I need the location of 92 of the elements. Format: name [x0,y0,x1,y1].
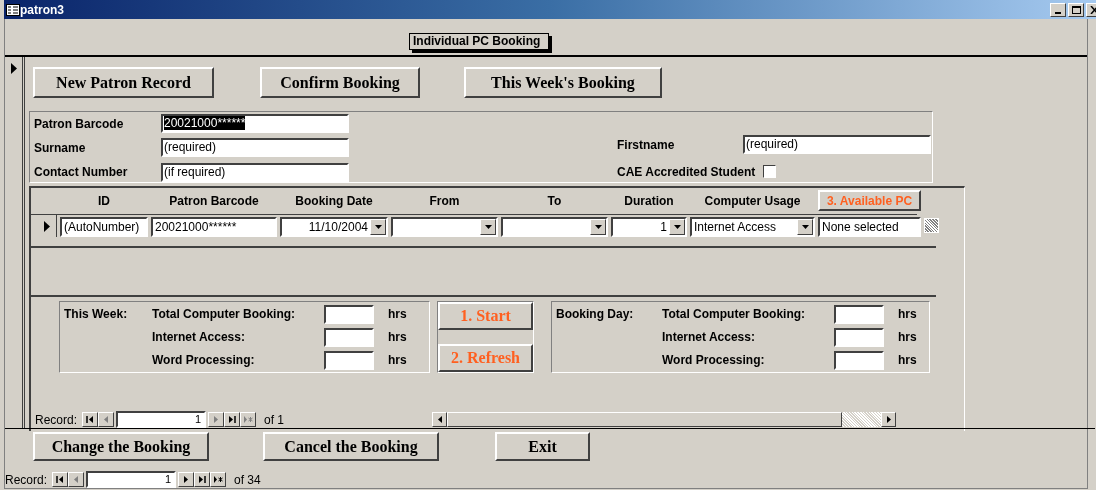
build-button[interactable] [924,218,939,233]
record-count: of 1 [264,412,285,427]
new-record-icon [243,415,253,424]
last-record-icon [197,475,207,484]
record-pointer-icon [10,63,17,74]
caret-icon [594,225,602,229]
unit-label: hrs [387,330,406,344]
field-label: Internet Access: [662,330,756,344]
field-label: Contact Number [34,165,129,180]
dropdown-field[interactable] [391,217,498,237]
next-record-icon [181,475,191,484]
form-button[interactable]: This Week's Booking [464,67,662,98]
field-label: Word Processing: [152,353,256,367]
input-field[interactable] [834,304,884,324]
first-record-icon [55,475,65,484]
previous-record-icon [101,415,111,424]
column-header: ID [97,193,111,210]
last-record-icon [227,415,237,424]
unit-label: hrs [387,353,406,367]
unit-label: hrs [387,307,406,321]
column-header: Duration [623,193,675,210]
dropdown-field[interactable]: Internet Access [690,217,815,237]
caret-icon [801,225,809,229]
right-arrow-icon [886,416,891,423]
maximize-icon [1071,5,1081,14]
form-icon [6,3,20,16]
caret-icon [673,225,681,229]
last-record-button[interactable] [194,472,211,487]
input-field[interactable]: (required) [743,135,931,155]
input-field[interactable]: None selected [818,217,921,237]
form-button[interactable]: Change the Booking [33,432,209,461]
caret-icon [374,225,382,229]
new-record-button[interactable] [210,472,227,487]
checkbox-label: CAE Accredited Student [617,164,756,179]
close-icon [1089,5,1096,14]
form-title: Individual PC Booking [409,33,550,50]
form-button[interactable]: New Patron Record [33,67,214,98]
new-record-icon [213,475,223,484]
form-button[interactable]: Cancel the Booking [263,432,439,461]
column-header: To [546,193,563,210]
next-record-button[interactable] [178,472,195,487]
input-field[interactable] [324,327,374,347]
first-record-icon [85,415,95,424]
left-arrow-icon [437,416,442,423]
first-record-button[interactable] [52,472,69,487]
minimize-button[interactable] [1050,2,1066,17]
caret-icon [484,225,492,229]
dropdown-field[interactable]: 1 [611,217,687,237]
column-header: Computer Usage [703,193,802,210]
field-label: Surname [34,141,87,155]
unit-label: hrs [897,307,916,321]
form-button[interactable]: Exit [495,432,590,461]
column-header: From [428,193,461,210]
record-number-field[interactable]: 1 [86,471,177,488]
dropdown-field[interactable]: 11/10/2004 [280,217,388,237]
form-button[interactable]: Confirm Booking [260,67,420,98]
input-field[interactable]: (required) [161,138,349,158]
field-label: Patron Barcode [34,116,125,131]
window-title: patron3 [20,2,65,17]
navigator-label: Record: [35,412,78,427]
input-field[interactable]: 20021000****** [151,217,277,237]
dropdown-field[interactable] [501,217,608,237]
horizontal-scrollbar[interactable] [432,412,897,427]
field-label: Firstname [617,137,676,152]
field-label: Total Computer Booking: [662,307,807,321]
input-field[interactable] [324,304,374,324]
field-label: Total Computer Booking: [152,307,297,321]
last-record-button[interactable] [224,412,241,427]
unit-label: hrs [897,330,916,344]
input-field[interactable]: 20021000****** [161,114,349,134]
summary-heading: Booking Day: [556,307,635,321]
maximize-button[interactable] [1068,2,1084,17]
unit-label: hrs [897,353,916,367]
summary-heading: This Week: [64,307,129,321]
column-header: Booking Date [294,193,374,210]
input-field[interactable] [834,350,884,370]
column-header: Patron Barcode [168,193,260,210]
record-count: of 34 [234,472,261,487]
input-field[interactable] [834,327,884,347]
first-record-button[interactable] [82,412,99,427]
record-number-field[interactable]: 1 [116,411,207,428]
navigator-label: Record: [5,472,48,487]
record-pointer-icon [43,220,50,232]
input-field[interactable]: (if required) [161,162,349,182]
input-field[interactable] [324,350,374,370]
field-label: Internet Access: [152,330,246,344]
previous-record-icon [71,475,81,484]
minimize-icon [1055,11,1061,14]
checkbox[interactable] [763,165,777,179]
next-record-icon [211,415,221,424]
field-label: Word Processing: [662,353,766,367]
input-field[interactable]: (AutoNumber) [60,217,148,237]
